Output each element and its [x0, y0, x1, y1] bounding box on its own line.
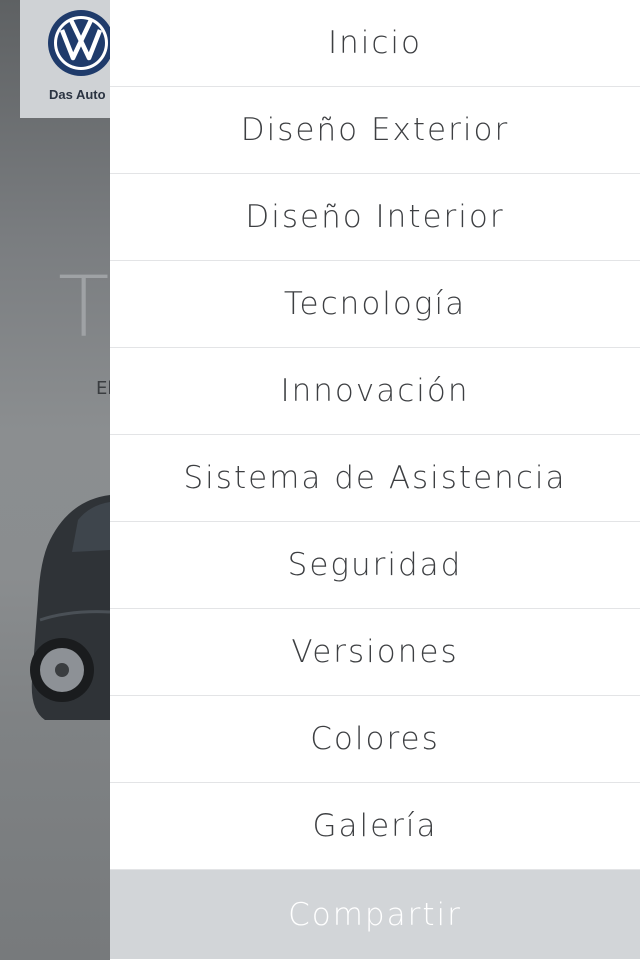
menu-item-galeria[interactable]: Galería — [110, 783, 640, 870]
navigation-drawer: Inicio Diseño Exterior Diseño Interior T… — [110, 0, 640, 960]
share-button[interactable]: Compartir — [110, 870, 640, 959]
menu-item-tecnologia[interactable]: Tecnología — [110, 261, 640, 348]
menu-item-sistema-asistencia[interactable]: Sistema de Asistencia — [110, 435, 640, 522]
menu-item-innovacion[interactable]: Innovación — [110, 348, 640, 435]
hero-title-fragment: T — [58, 258, 112, 356]
menu-item-diseno-interior[interactable]: Diseño Interior — [110, 174, 640, 261]
brand-tagline: Das Auto — [49, 87, 106, 102]
menu-item-versiones[interactable]: Versiones — [110, 609, 640, 696]
menu-item-inicio[interactable]: Inicio — [110, 0, 640, 87]
menu-item-seguridad[interactable]: Seguridad — [110, 522, 640, 609]
menu-item-colores[interactable]: Colores — [110, 696, 640, 783]
vw-logo-icon — [48, 10, 114, 76]
menu-item-diseno-exterior[interactable]: Diseño Exterior — [110, 87, 640, 174]
